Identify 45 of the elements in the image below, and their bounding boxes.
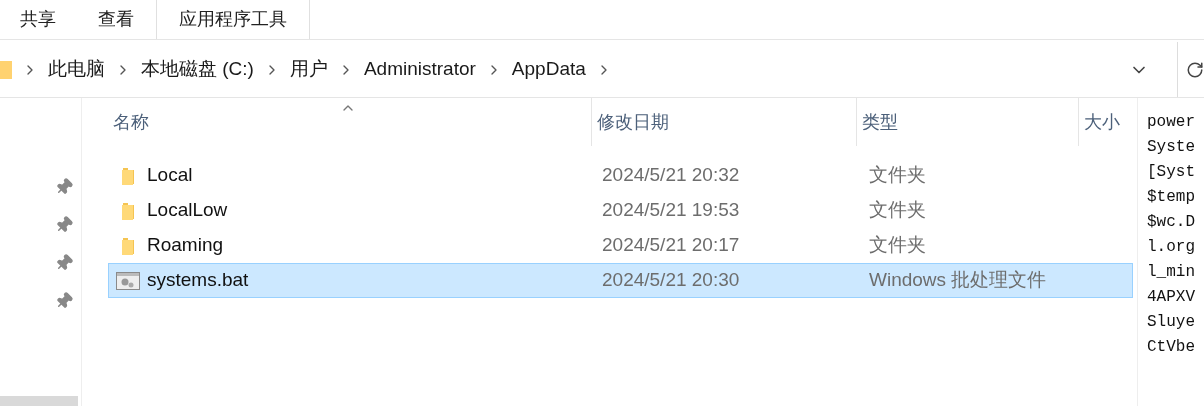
column-header[interactable]: 名称 (113, 108, 149, 136)
breadcrumb-item[interactable]: Administrator (363, 55, 476, 84)
file-row[interactable]: Local 2024/5/21 20:32 文件夹 (108, 158, 1133, 193)
preview-text-line: $temp (1147, 187, 1196, 208)
file-type: 文件夹 (869, 164, 926, 186)
preview-text-line: Sluye (1147, 312, 1196, 333)
modified-date: 2024/5/21 20:32 (602, 164, 740, 186)
preview-text-line: l_min (1147, 262, 1196, 283)
file-type: 文件夹 (869, 234, 926, 256)
refresh-icon[interactable] (1186, 60, 1204, 79)
file-type: 文件夹 (869, 199, 926, 221)
modified-date: 2024/5/21 20:17 (602, 234, 740, 256)
folder-icon (121, 235, 135, 256)
file-row[interactable]: LocalLow 2024/5/21 19:53 文件夹 (108, 193, 1133, 228)
preview-text-line: power (1147, 112, 1196, 133)
ribbon-tab[interactable]: 应用程序工具 (157, 6, 309, 33)
preview-text-line: l.org (1147, 237, 1196, 258)
preview-text-line: $wc.D (1147, 212, 1196, 233)
preview-text-line: Syste (1147, 137, 1196, 158)
folder-icon (0, 58, 12, 81)
folder-icon (121, 200, 135, 221)
preview-text-line: 4APXV (1147, 287, 1196, 308)
column-header[interactable]: 大小 (1083, 108, 1120, 136)
breadcrumb-item[interactable]: 此电脑 (48, 55, 105, 84)
file-name: Local (147, 163, 193, 188)
breadcrumb-item[interactable]: 本地磁盘 (C:) (141, 55, 254, 84)
folder-icon (121, 165, 135, 186)
column-header[interactable]: 类型 (861, 108, 898, 136)
file-row[interactable]: Roaming 2024/5/21 20:17 文件夹 (108, 228, 1133, 263)
modified-date: 2024/5/21 19:53 (602, 199, 740, 221)
preview-text-line: [Syst (1147, 162, 1196, 183)
ribbon-tab[interactable]: 查看 (76, 6, 156, 33)
preview-text-line: CtVbe (1147, 337, 1196, 358)
file-name: Roaming (147, 233, 224, 258)
modified-date: 2024/5/21 20:30 (602, 269, 740, 291)
ribbon-tab[interactable]: 共享 (0, 6, 76, 33)
breadcrumb-item[interactable]: AppData (511, 55, 586, 84)
gears-file-icon (116, 271, 140, 290)
file-name: LocalLow (147, 198, 228, 223)
column-header[interactable]: 修改日期 (597, 108, 670, 136)
file-type: Windows 批处理文件 (869, 269, 1047, 291)
file-name: systems.bat (147, 268, 249, 293)
scrollbar-thumb[interactable] (0, 396, 78, 406)
file-row[interactable]: systems.bat 2024/5/21 20:30 Windows 批处理文件 (108, 263, 1133, 298)
breadcrumb-item[interactable]: 用户 (289, 55, 328, 84)
